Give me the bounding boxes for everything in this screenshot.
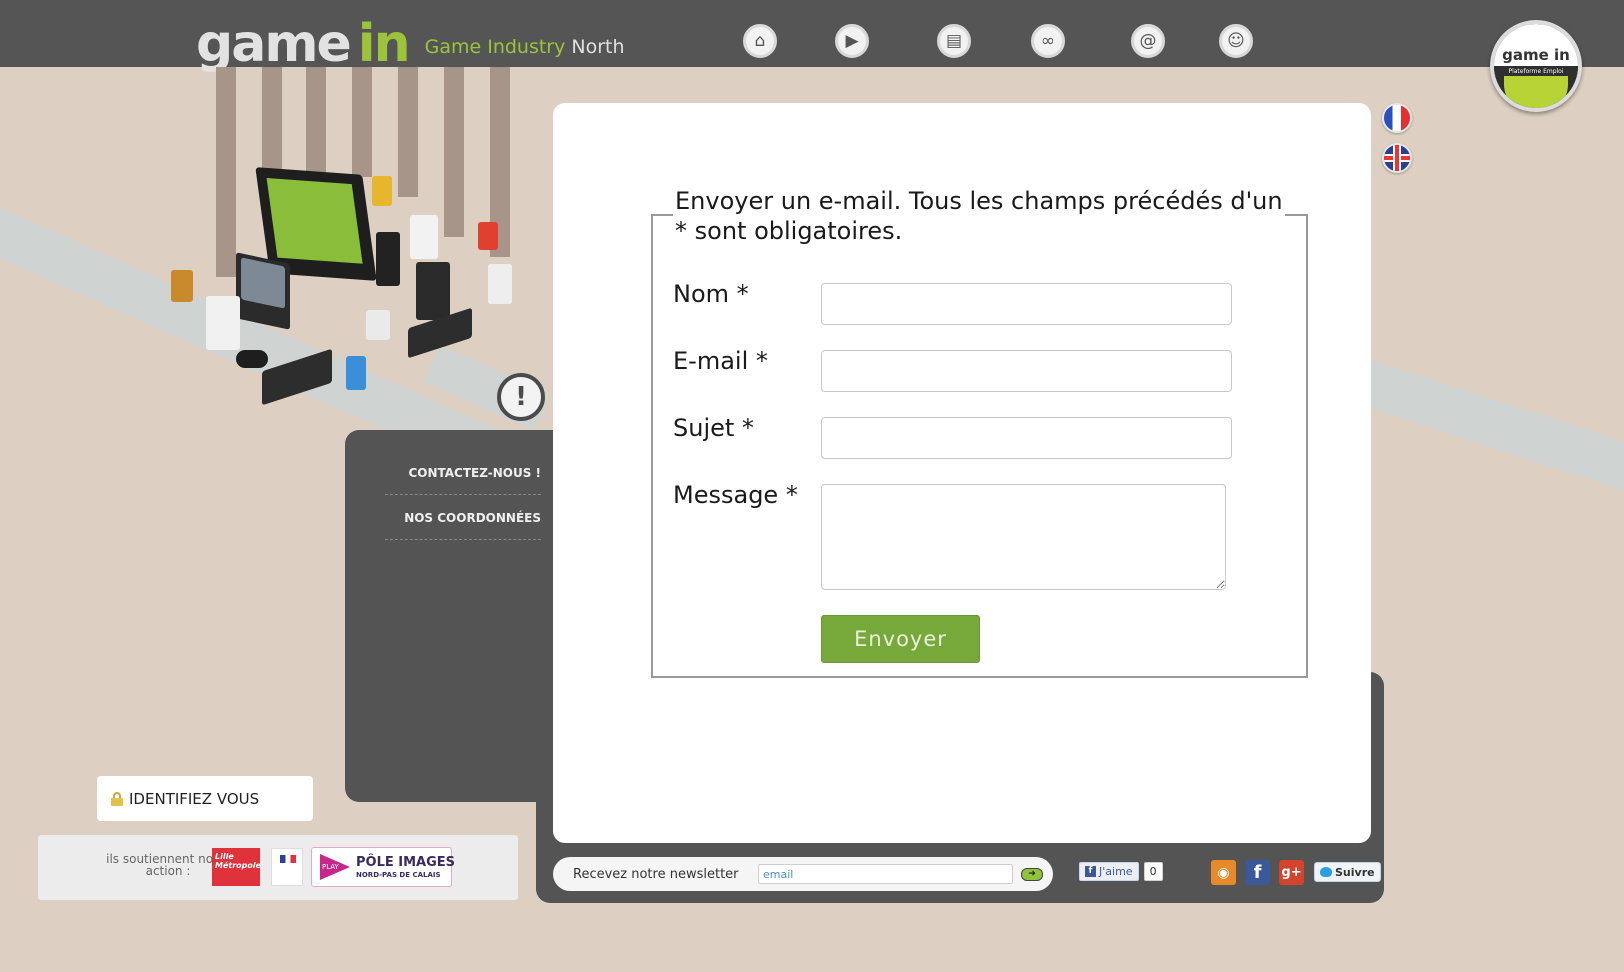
mini-screen-shape bbox=[366, 310, 390, 340]
help-icon[interactable]: ! bbox=[497, 373, 545, 421]
contact-form: Envoyer un e-mail. Tous les champs précé… bbox=[651, 186, 1308, 678]
sidebar-item-contact[interactable]: CONTACTEZ-NOUS ! bbox=[385, 466, 541, 495]
twitter-bird-icon bbox=[1320, 867, 1332, 877]
lock-icon bbox=[111, 791, 123, 806]
email-label: E-mail * bbox=[673, 347, 768, 375]
message-field[interactable] bbox=[821, 484, 1226, 590]
badge-title: game in bbox=[1494, 24, 1578, 66]
pole-images-title: PÔLE IMAGES bbox=[356, 855, 456, 870]
name-label: Nom * bbox=[673, 280, 749, 308]
email-field[interactable] bbox=[821, 350, 1232, 392]
french-flag-icon[interactable] bbox=[1382, 103, 1412, 133]
site-logo[interactable]: game in Game Industry North bbox=[196, 6, 625, 70]
play-icon[interactable]: ▶ bbox=[835, 24, 869, 58]
newsletter-label: Recevez notre newsletter bbox=[573, 867, 739, 882]
subject-field[interactable] bbox=[821, 417, 1232, 459]
pixel-invader-blue bbox=[346, 356, 366, 390]
newsletter-bar: Recevez notre newsletter ➜ bbox=[553, 857, 1053, 891]
link-icon[interactable]: ∞ bbox=[1031, 24, 1065, 58]
users-icon[interactable]: ☺ bbox=[1219, 24, 1253, 58]
decor-bar bbox=[444, 67, 464, 237]
decor-bar bbox=[216, 67, 236, 277]
google-plus-icon[interactable]: g+ bbox=[1279, 860, 1304, 885]
facebook-small-icon: f bbox=[1085, 866, 1096, 877]
logo-game: game bbox=[196, 14, 352, 74]
facebook-like-widget: f J'aime 0 bbox=[1079, 862, 1163, 881]
decor-bar bbox=[352, 67, 372, 177]
login-button[interactable]: IDENTIFIEZ VOUS bbox=[97, 776, 313, 821]
login-label: IDENTIFIEZ VOUS bbox=[129, 789, 260, 808]
top-bar: game in Game Industry North ⌂ ▶ ▤ ∞ @ ☺ bbox=[0, 0, 1624, 70]
newsletter-email-input[interactable] bbox=[758, 864, 1013, 884]
supporters-box: ils soutiennent notre action : Lille Mét… bbox=[38, 835, 518, 900]
decor-bar bbox=[306, 67, 326, 177]
at-icon[interactable]: @ bbox=[1131, 24, 1165, 58]
xbox-shape bbox=[488, 264, 512, 304]
send-button[interactable]: Envoyer bbox=[821, 615, 980, 663]
lille-metropole-logo[interactable]: Lille Métropole bbox=[212, 848, 261, 886]
sidebar-item-coordinates[interactable]: NOS COORDONNÉES bbox=[385, 511, 541, 540]
document-icon[interactable]: ▤ bbox=[937, 24, 971, 58]
badge-green bbox=[1504, 76, 1568, 108]
sidebar-menu: CONTACTEZ-NOUS ! NOS COORDONNÉES bbox=[345, 430, 555, 802]
background-stripe bbox=[1357, 360, 1624, 506]
pixel-invader-red bbox=[478, 222, 498, 250]
logo-subtitle-north: North bbox=[571, 36, 625, 58]
home-icon[interactable]: ⌂ bbox=[743, 24, 777, 58]
play-logo: PLAY bbox=[320, 854, 350, 880]
decor-bar bbox=[398, 67, 418, 197]
facebook-like-button[interactable]: f J'aime bbox=[1079, 862, 1139, 881]
pixel-invader-orange bbox=[171, 270, 193, 302]
pole-images-subtitle: NORD-PAS DE CALAIS bbox=[356, 871, 441, 879]
wii-shape bbox=[410, 215, 438, 259]
message-label: Message * bbox=[673, 481, 798, 509]
twitter-follow-button[interactable]: Suivre bbox=[1314, 862, 1381, 882]
rss-icon[interactable]: ◉ bbox=[1211, 860, 1236, 885]
subject-label: Sujet * bbox=[673, 414, 754, 442]
main-panel: Envoyer un e-mail. Tous les champs précé… bbox=[553, 103, 1371, 843]
form-legend: Envoyer un e-mail. Tous les champs précé… bbox=[673, 186, 1285, 246]
english-flag-icon[interactable] bbox=[1382, 143, 1412, 173]
platform-badge[interactable]: game in Plateforme Emploi bbox=[1490, 20, 1582, 112]
facebook-like-count: 0 bbox=[1143, 862, 1163, 881]
pole-images-logo[interactable]: PLAY PÔLE IMAGES NORD-PAS DE CALAIS bbox=[311, 847, 456, 887]
logo-subtitle: Game Industry North bbox=[425, 36, 625, 58]
gamepad-shape bbox=[236, 350, 268, 368]
pixel-invader-yellow bbox=[372, 176, 392, 206]
logo-subtitle-main: Game Industry bbox=[424, 36, 572, 58]
facebook-like-label: J'aime bbox=[1099, 865, 1133, 878]
republique-logo[interactable] bbox=[271, 848, 303, 886]
facebook-icon[interactable]: f bbox=[1245, 860, 1270, 885]
twitter-follow-label: Suivre bbox=[1335, 865, 1375, 879]
newsletter-submit-icon[interactable]: ➜ bbox=[1021, 868, 1043, 881]
logo-in: in bbox=[357, 14, 411, 74]
ps3-shape bbox=[416, 262, 450, 320]
console-shape bbox=[206, 296, 240, 350]
tower-shape bbox=[376, 232, 400, 286]
name-field[interactable] bbox=[821, 283, 1232, 325]
